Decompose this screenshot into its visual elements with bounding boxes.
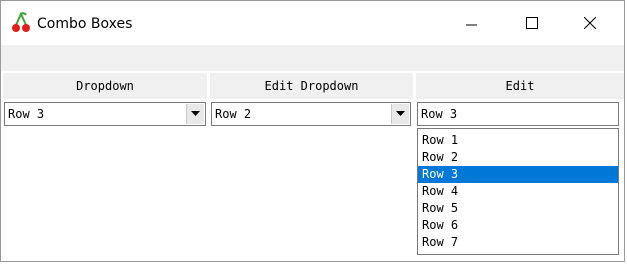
- list-item[interactable]: Row 5: [418, 200, 618, 217]
- list-item[interactable]: Row 6: [418, 217, 618, 234]
- maximize-button[interactable]: [509, 1, 555, 45]
- list-item[interactable]: Row 1: [418, 132, 618, 149]
- minimize-button[interactable]: [449, 1, 495, 45]
- edit-dropdown-combo-button[interactable]: [391, 104, 409, 124]
- chevron-down-icon: [191, 111, 200, 116]
- list-item[interactable]: Row 7: [418, 234, 618, 251]
- dropdown-combo[interactable]: Row 3: [4, 102, 206, 126]
- list-item[interactable]: Row 2: [418, 149, 618, 166]
- dropdown-combo-button[interactable]: [186, 104, 204, 124]
- edit-dropdown-combo[interactable]: Row 2: [211, 102, 411, 126]
- edit-combo-value[interactable]: Row 3: [421, 103, 457, 125]
- window-title: Combo Boxes: [37, 16, 133, 32]
- close-button[interactable]: [567, 1, 613, 45]
- column-header-dropdown: Dropdown: [3, 73, 207, 99]
- dropdown-combo-value: Row 3: [8, 107, 45, 121]
- edit-combo-field[interactable]: Row 3: [417, 102, 619, 126]
- combo-boxes-window: Combo Boxes Dropdown Edit Dropdown Edit …: [0, 0, 625, 262]
- title-bar[interactable]: Combo Boxes: [1, 1, 624, 45]
- cherry-app-icon: [11, 12, 31, 34]
- column-header-edit-dropdown: Edit Dropdown: [210, 73, 413, 99]
- column-header-edit: Edit: [416, 73, 624, 99]
- list-item-selected[interactable]: Row 3: [418, 166, 618, 183]
- edit-combo-listbox[interactable]: Row 1 Row 2 Row 3 Row 4 Row 5 Row 6 Row …: [417, 128, 619, 255]
- maximize-icon: [526, 17, 538, 29]
- edit-dropdown-combo-value[interactable]: Row 2: [215, 103, 251, 125]
- toolbar-strip: [1, 45, 624, 71]
- chevron-down-icon: [396, 111, 405, 116]
- close-icon: [584, 17, 596, 29]
- list-item[interactable]: Row 4: [418, 183, 618, 200]
- column-header-row: Dropdown Edit Dropdown Edit: [1, 71, 624, 100]
- minimize-icon: [466, 24, 477, 26]
